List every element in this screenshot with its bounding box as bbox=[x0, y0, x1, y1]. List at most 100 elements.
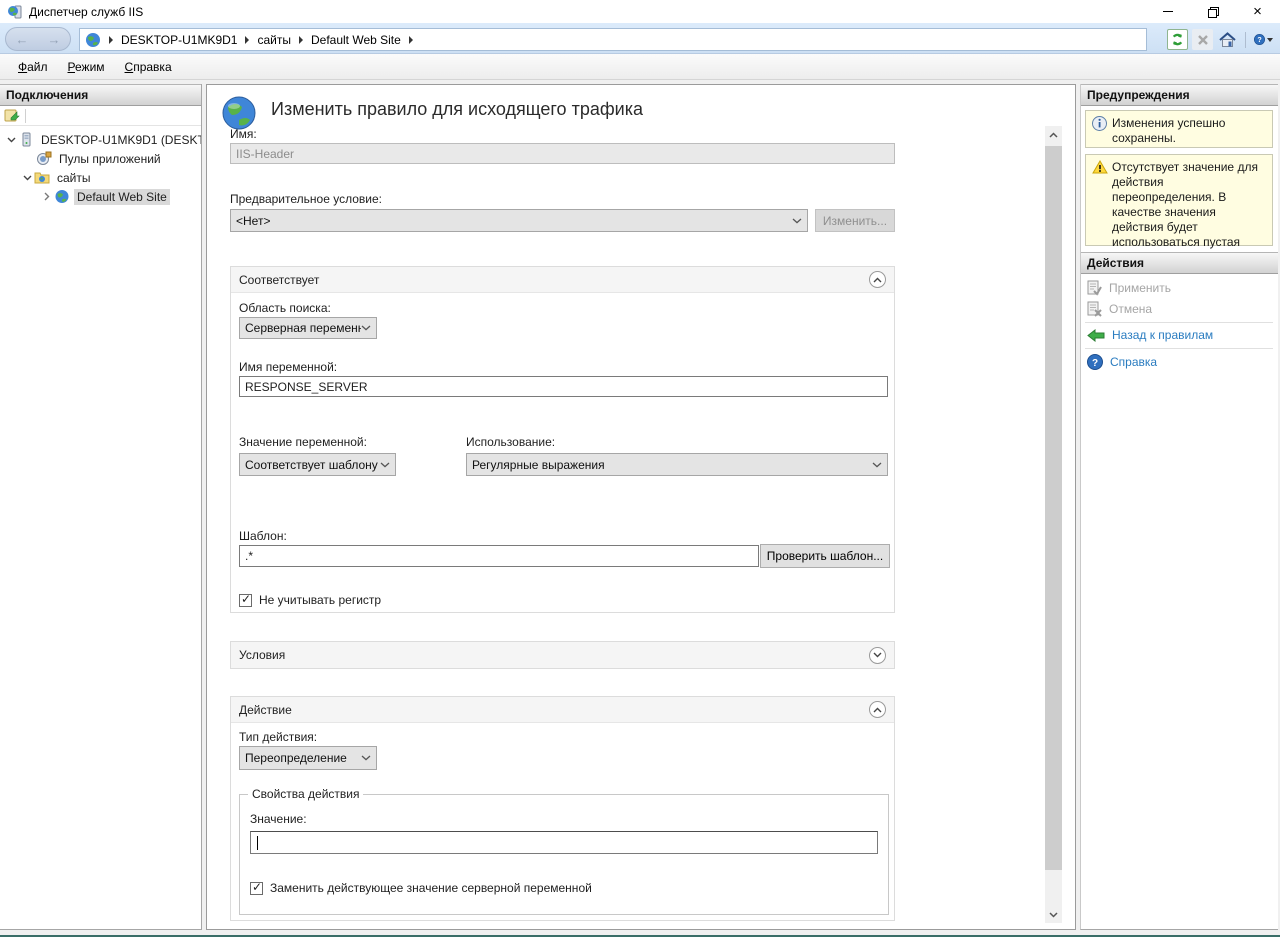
test-pattern-button[interactable]: Проверить шаблон... bbox=[760, 544, 890, 568]
variable-value-label: Значение переменной: bbox=[239, 435, 367, 449]
menu-item-view[interactable]: Режим bbox=[60, 57, 113, 77]
menu-item-file[interactable]: Файл bbox=[10, 57, 56, 77]
sites-folder-icon bbox=[34, 170, 50, 185]
chevron-down-icon bbox=[361, 325, 371, 331]
pattern-label: Шаблон: bbox=[239, 529, 287, 543]
menu-bar: Файл Режим Справка bbox=[0, 54, 1280, 80]
tree-item-label: Пулы приложений bbox=[56, 151, 164, 167]
svg-text:?: ? bbox=[1092, 358, 1098, 369]
action-properties-group: Свойства действия Значение: ✓ Заменить д… bbox=[239, 794, 889, 915]
breadcrumb-item-server[interactable]: DESKTOP-U1MK9D1 bbox=[121, 33, 237, 47]
chevron-down-icon bbox=[361, 755, 371, 761]
nav-buttons: ← → bbox=[5, 27, 71, 51]
chevron-expanded-icon[interactable] bbox=[4, 137, 18, 143]
home-button[interactable] bbox=[1217, 29, 1238, 50]
chevron-up-icon bbox=[873, 277, 882, 283]
variable-name-input[interactable] bbox=[239, 376, 888, 397]
tree-item-server[interactable]: DESKTOP-U1MK9D1 (DESKTOP bbox=[0, 130, 201, 149]
breadcrumb-item-sites[interactable]: сайты bbox=[257, 33, 291, 47]
ignore-case-label: Не учитывать регистр bbox=[259, 593, 381, 607]
stop-button bbox=[1192, 29, 1213, 50]
svg-text:?: ? bbox=[1257, 36, 1261, 44]
refresh-button[interactable] bbox=[1167, 29, 1188, 50]
expand-section-button[interactable] bbox=[869, 647, 886, 664]
close-button[interactable]: × bbox=[1235, 0, 1280, 23]
chevron-up-icon bbox=[873, 707, 882, 713]
chevron-expanded-icon[interactable] bbox=[20, 175, 34, 181]
usage-label: Использование: bbox=[466, 435, 555, 449]
pattern-input[interactable] bbox=[239, 545, 759, 567]
conditions-section: Условия bbox=[230, 641, 895, 669]
chevron-down-icon bbox=[792, 218, 802, 224]
globe-icon[interactable] bbox=[85, 32, 101, 48]
alert-info: Изменения успешно сохранены. bbox=[1085, 110, 1273, 148]
variable-value-select[interactable]: Соответствует шаблону bbox=[239, 453, 396, 476]
action-type-select[interactable]: Переопределение bbox=[239, 746, 377, 770]
action-section: Действие Тип действия: Переопределение С… bbox=[230, 696, 895, 921]
help-action[interactable]: ? Справка bbox=[1087, 354, 1157, 370]
scope-select[interactable]: Серверная переменн bbox=[239, 317, 377, 339]
save-connections-icon[interactable] bbox=[4, 108, 20, 123]
close-icon: × bbox=[1253, 4, 1262, 19]
back-icon[interactable]: ← bbox=[16, 33, 29, 46]
divider bbox=[1085, 322, 1273, 323]
collapse-section-button[interactable] bbox=[869, 271, 886, 288]
precondition-label: Предварительное условие: bbox=[230, 192, 382, 206]
action-type-label: Тип действия: bbox=[239, 730, 317, 744]
checkbox-checked-icon: ✓ bbox=[239, 594, 252, 607]
minimize-button[interactable] bbox=[1145, 0, 1190, 23]
help-button[interactable]: ? bbox=[1253, 29, 1274, 50]
connections-panel: Подключения DESKTOP-U1MK9D1 (DESKTOP bbox=[0, 84, 202, 930]
tree-item-default-web-site[interactable]: Default Web Site bbox=[0, 187, 201, 206]
app-icon bbox=[7, 4, 23, 20]
action-properties-legend: Свойства действия bbox=[248, 787, 363, 801]
chevron-up-icon bbox=[1049, 132, 1058, 138]
menu-item-help[interactable]: Справка bbox=[117, 57, 180, 77]
cancel-action: Отмена bbox=[1087, 301, 1152, 317]
restore-icon bbox=[1208, 7, 1217, 16]
divider bbox=[1245, 32, 1246, 48]
connections-tree: DESKTOP-U1MK9D1 (DESKTOP Пулы приложений bbox=[0, 126, 201, 206]
scope-label: Область поиска: bbox=[239, 301, 331, 315]
precondition-select[interactable]: <Нет> bbox=[230, 209, 808, 232]
alerts-header: Предупреждения bbox=[1081, 84, 1278, 106]
home-icon bbox=[1219, 32, 1236, 48]
tree-item-sites[interactable]: сайты bbox=[0, 168, 201, 187]
chevron-collapsed-icon[interactable] bbox=[40, 192, 54, 201]
restore-button[interactable] bbox=[1190, 0, 1235, 23]
value-input[interactable] bbox=[250, 831, 878, 854]
tree-item-app-pools[interactable]: Пулы приложений bbox=[0, 149, 201, 168]
outbound-rule-icon bbox=[221, 95, 257, 131]
forward-icon[interactable]: → bbox=[48, 33, 61, 46]
scrollbar-thumb[interactable] bbox=[1045, 146, 1062, 870]
conditions-section-header[interactable]: Условия bbox=[231, 642, 894, 668]
tree-item-label: сайты bbox=[54, 170, 94, 186]
text-caret bbox=[257, 836, 258, 850]
collapse-section-button[interactable] bbox=[869, 701, 886, 718]
scroll-down-button[interactable] bbox=[1045, 906, 1062, 923]
scroll-up-button[interactable] bbox=[1045, 126, 1062, 143]
match-section-header[interactable]: Соответствует bbox=[231, 267, 894, 293]
breadcrumb-arrow-icon bbox=[299, 36, 303, 44]
action-section-header[interactable]: Действие bbox=[231, 697, 894, 723]
back-to-rules-action[interactable]: Назад к правилам bbox=[1087, 328, 1213, 342]
refresh-icon bbox=[1170, 32, 1185, 47]
divider bbox=[1085, 348, 1273, 349]
breadcrumb-item-site[interactable]: Default Web Site bbox=[311, 33, 401, 47]
window-title: Диспетчер служб IIS bbox=[29, 5, 143, 19]
right-panel: Предупреждения Изменения успешно сохране… bbox=[1080, 84, 1278, 930]
apply-icon bbox=[1087, 280, 1102, 296]
help-icon: ? bbox=[1254, 31, 1265, 48]
value-label: Значение: bbox=[250, 812, 307, 826]
address-bar: ← → DESKTOP-U1MK9D1 сайты Default Web Si… bbox=[0, 23, 1280, 54]
connections-header: Подключения bbox=[0, 84, 201, 106]
warning-icon bbox=[1092, 160, 1108, 174]
feature-page: Изменить правило для исходящего трафика … bbox=[206, 84, 1076, 930]
replace-value-checkbox[interactable]: ✓ Заменить действующее значение серверно… bbox=[250, 881, 592, 895]
usage-select[interactable]: Регулярные выражения bbox=[466, 453, 888, 476]
main-scrollbar[interactable] bbox=[1045, 126, 1062, 923]
ignore-case-checkbox[interactable]: ✓ Не учитывать регистр bbox=[239, 593, 381, 607]
app-pools-icon bbox=[36, 151, 52, 166]
match-section: Соответствует Область поиска: Серверная … bbox=[230, 266, 895, 613]
divider bbox=[25, 109, 26, 123]
